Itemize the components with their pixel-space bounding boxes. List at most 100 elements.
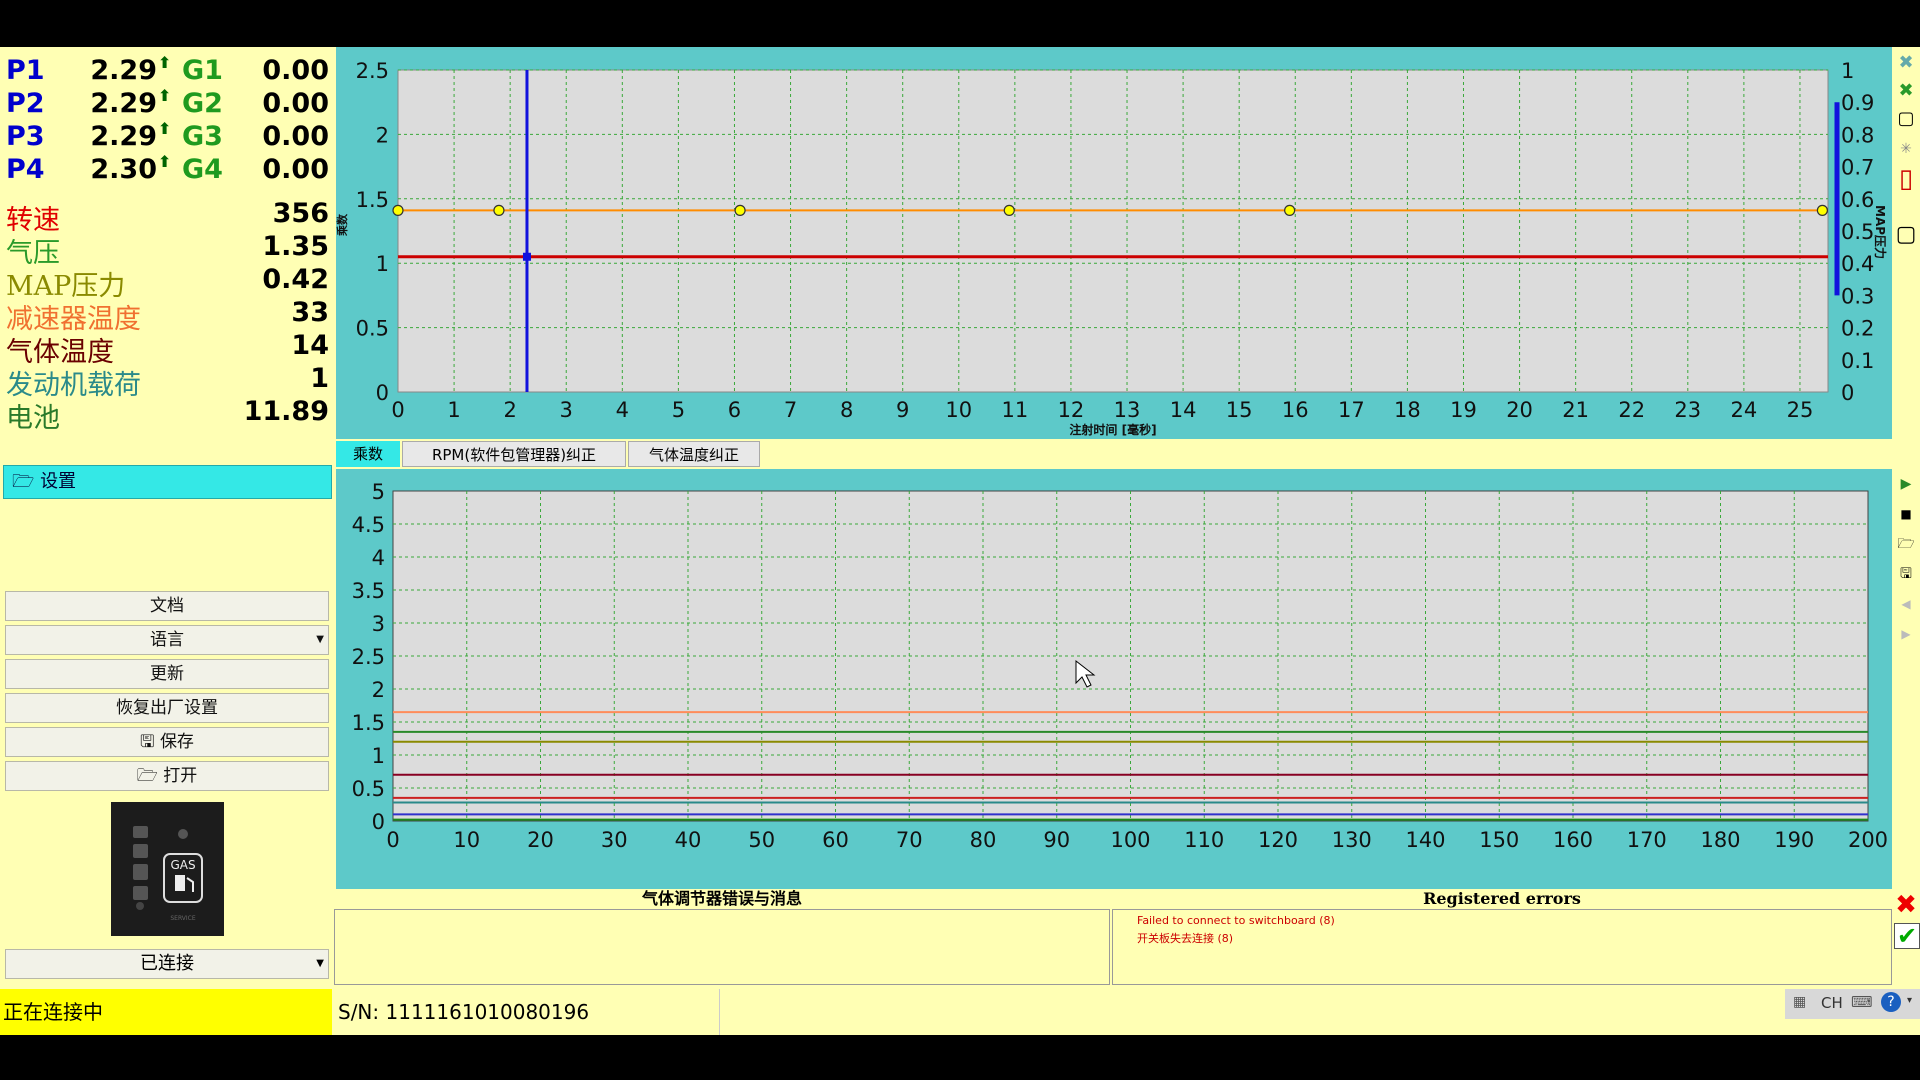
gas-badge-sub: SERVICE [170,915,196,922]
message-bar: 气体调节器错误与消息 Registered errors [334,889,1892,909]
gas-label: G3 [182,121,223,152]
save-label: 保存 [159,732,194,752]
y2-tick-label: 0.5 [1841,220,1874,244]
prev-icon[interactable]: ◀ [1894,592,1918,616]
y2-tick-label: 0.6 [1841,188,1874,212]
x-tick-label: 10 [945,398,972,422]
apply-icon[interactable]: ✖ [1894,79,1918,103]
y2-tick-label: 0.4 [1841,252,1874,276]
square-icon[interactable]: ▢ [1894,223,1918,247]
y2-axis-label: MAP压力 [1873,205,1888,259]
snowflake-icon[interactable]: ✳ [1894,137,1918,161]
settings-header[interactable]: 🗁 设置 [3,465,332,499]
data-point [392,204,404,216]
right-toolbar: ✖ ✖ ▢ ✳ ▯ ▢ ▶ ■ 🗁 🖫 ◀ ▶ ✖ ✔ [1892,47,1920,987]
floppy-icon: 🖫 [140,732,155,752]
grid-icon[interactable]: ▦ [1793,994,1806,1010]
folder-icon: 🗁 [12,471,35,492]
sensor-row: 电池 11.89 [6,396,329,434]
y-tick-label: 2 [376,123,389,147]
y2-tick-label: 0.3 [1841,284,1874,308]
factory-reset-button[interactable]: 恢复出厂设置 [5,693,329,723]
pressure-value: 2.29 [90,121,157,152]
open-label: 打开 [163,766,198,786]
x-tick-label: 2 [503,398,516,422]
x-tick-label: 24 [1731,398,1758,422]
help-icon[interactable]: ? [1881,992,1901,1012]
x-tick-label: 21 [1562,398,1589,422]
sensor-label: 电池 [6,403,60,434]
x-tick-label: 200 [1848,828,1888,852]
input-language[interactable]: CH [1821,994,1843,1012]
connection-status: 正在连接中 [0,989,332,1035]
x-tick-label: 100 [1110,828,1150,852]
tab-rpm-correction[interactable]: RPM(软件包管理器)纠正 [402,441,626,467]
language-select[interactable]: 语言 ▼ [5,625,329,655]
registered-errors-title: Registered errors [1423,889,1581,908]
data-point [734,204,746,216]
play-icon[interactable]: ▶ [1894,472,1918,496]
regulator-messages-list [334,909,1110,985]
docs-button[interactable]: 文档 [5,591,329,621]
gas-label: G4 [182,154,223,185]
app-window: P1 2.29 ⬆ G1 0.00 P2 2.29 ⬆ G2 0.00 P3 2.29 ⬆ G3 0.00 P… [0,47,1920,1035]
x-tick-label: 40 [675,828,702,852]
x-tick-label: 170 [1627,828,1667,852]
update-label: 更新 [150,664,184,684]
x-tick-label: 20 [1506,398,1533,422]
x-tick-label: 0 [386,828,399,852]
update-button[interactable]: 更新 [5,659,329,689]
pressure-label: P4 [6,154,45,185]
gas-label: G2 [182,88,223,119]
tab-gas-temp-correction[interactable]: 气体温度纠正 [628,441,760,467]
multiplier-chart[interactable]: 0 1 2 3 4 5 6 7 8 9 10 11 12 13 14 15 16 17 18 19 20 21 22 23 24… [335,47,1892,439]
x-tick-label: 16 [1282,398,1309,422]
chevron-down-icon[interactable]: ▾ [1907,995,1912,1006]
data-point [493,204,505,216]
stop-icon[interactable]: ■ [1894,502,1918,526]
gas-switch-image: GAS SERVICE [111,802,224,936]
clear-icon[interactable]: ✖ [1894,51,1918,75]
regulator-messages-title: 气体调节器错误与消息 [641,889,802,908]
error-line-1: Failed to connect to switchboard (8) [1137,914,1335,927]
digit-icon: ▯ [1898,164,1914,194]
x-axis-label: 注射时间 [毫秒] [1069,422,1156,437]
x-tick-label: 17 [1338,398,1365,422]
x-tick-label: 14 [1170,398,1197,422]
y-tick-label: 0.5 [352,777,385,801]
connection-select[interactable]: 已连接 ▼ [5,949,329,979]
check-icon[interactable]: ✔ [1894,923,1920,949]
keyboard-icon[interactable]: ⌨ [1851,993,1873,1011]
next-icon[interactable]: ▶ [1894,622,1918,646]
folder-open-icon[interactable]: 🗁 [1894,532,1918,556]
settings-label: 设置 [40,471,77,492]
y-tick-label: 2 [372,678,385,702]
sensor-value: 11.89 [243,396,329,427]
gas-value: 0.00 [262,88,329,119]
x-tick-label: 120 [1258,828,1298,852]
factory-reset-label: 恢复出厂设置 [116,698,218,718]
status-bar-rest: ▦ CH ⌨ ? ▾ [721,989,1920,1035]
x-tick-label: 1 [447,398,460,422]
sensor-value: 14 [291,330,329,361]
pressure-value: 2.29 [90,88,157,119]
error-line-2: 开关板失去连接 (8) [1137,932,1234,945]
y2-tick-label: 0.1 [1841,349,1874,373]
chevron-down-icon: ▼ [316,634,324,645]
y-tick-label: 3.5 [352,579,385,603]
floppy-icon[interactable]: 🖫 [1894,562,1918,586]
y-tick-label: 1 [376,252,389,276]
y-axis-label: 乘数 [336,213,349,237]
x-tick-label: 50 [748,828,775,852]
save-button[interactable]: 🖫 保存 [5,727,329,757]
sensor-row: 减速器温度 33 [6,297,329,335]
open-button[interactable]: 🗁 打开 [5,761,329,791]
live-chart[interactable]: 0 10 20 30 40 50 60 70 80 90 100 110 120 130 140 150 160… [336,469,1892,889]
close-icon[interactable]: ✖ [1894,892,1918,918]
window-icon[interactable]: ▢ [1894,107,1918,131]
x-tick-label: 10 [453,828,480,852]
tab-multiplier[interactable]: 乘数 [336,441,400,467]
y-tick-label: 3 [372,612,385,636]
pressure-row: P4 2.30 ⬆ G4 0.00 [6,152,329,186]
language-label: 语言 [150,630,184,650]
